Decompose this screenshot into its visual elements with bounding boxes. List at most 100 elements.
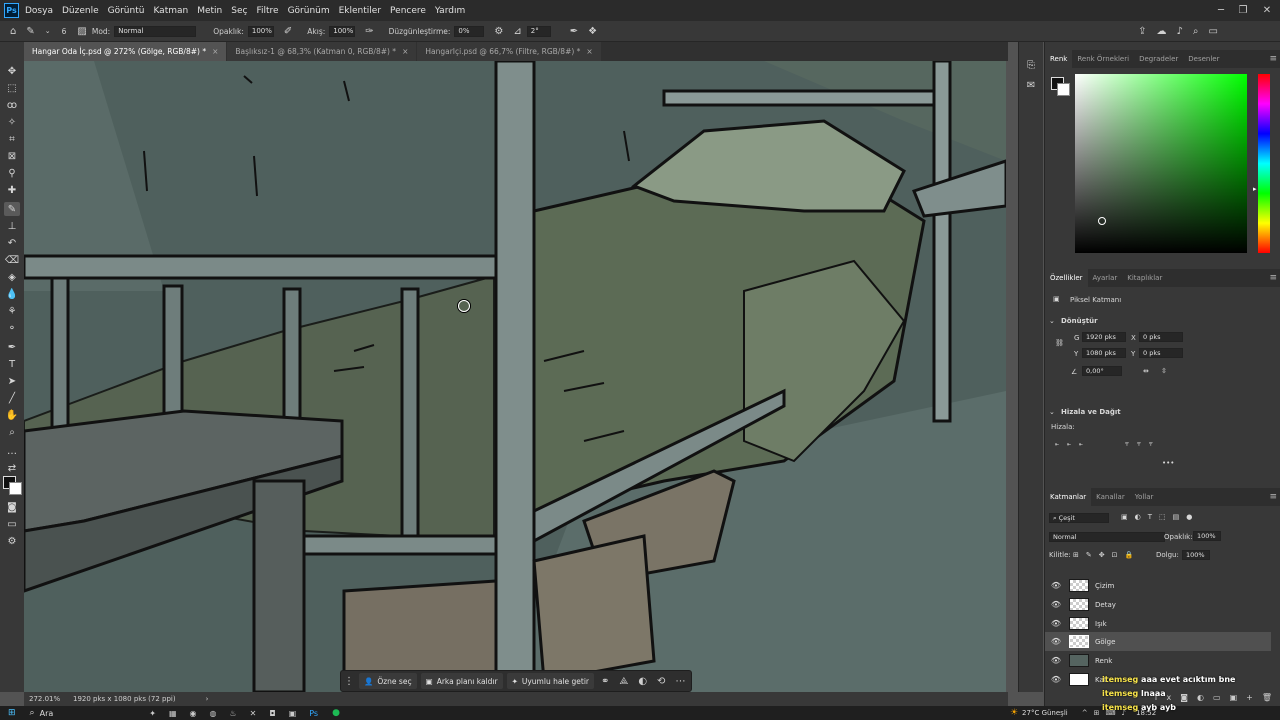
color-picker-handle[interactable] xyxy=(1098,217,1106,225)
panel-menu-icon[interactable]: ≡ xyxy=(1269,492,1277,502)
search-icon[interactable]: ⌕ xyxy=(1193,26,1199,37)
tab-channels[interactable]: Kanallar xyxy=(1091,488,1130,506)
menu-select[interactable]: Seç xyxy=(231,6,247,16)
opacity-input[interactable]: 100% xyxy=(247,25,274,37)
tab-adjustments[interactable]: Ayarlar xyxy=(1088,269,1123,287)
tab-layers[interactable]: Katmanlar xyxy=(1045,488,1092,506)
menu-help[interactable]: Yardım xyxy=(435,6,465,16)
healing-tool-icon[interactable]: ✚ xyxy=(4,183,20,197)
y-field[interactable]: 0 pks xyxy=(1139,348,1183,358)
photoshop-taskbar-icon[interactable]: Ps xyxy=(309,709,318,718)
workspace-icon[interactable]: ▭ xyxy=(1209,26,1218,37)
tab-libraries[interactable]: Kitaplıklar xyxy=(1122,269,1167,287)
panel-menu-icon[interactable]: ≡ xyxy=(1269,273,1277,283)
blend-mode-select[interactable]: Normal xyxy=(1049,532,1165,542)
swap-colors-icon[interactable]: ⇄ xyxy=(4,461,20,475)
more-align-options[interactable]: ••• xyxy=(1162,459,1174,467)
symmetry-icon[interactable]: ❖ xyxy=(588,26,597,37)
drag-handle-icon[interactable]: ⋮ xyxy=(344,676,354,687)
make-compatible-button[interactable]: ✦ Uyumlu hale getir xyxy=(506,673,594,689)
spotify-icon[interactable]: ● xyxy=(332,708,340,718)
move-tool-icon[interactable]: ✥ xyxy=(4,64,20,78)
quick-mask-icon[interactable]: ◙ xyxy=(4,500,20,514)
close-icon[interactable]: × xyxy=(402,47,408,56)
hue-slider[interactable] xyxy=(1258,74,1270,253)
brush-settings-icon[interactable]: ▨ xyxy=(77,26,86,37)
lock-icons[interactable]: ⊞✎✥⊡🔒 xyxy=(1073,551,1140,559)
eye-icon[interactable]: 👁 xyxy=(1049,619,1063,628)
adjust-icon[interactable]: ◐ xyxy=(638,676,647,687)
mask-icon[interactable]: ⚭ xyxy=(601,676,609,687)
x-field[interactable]: 0 pks xyxy=(1139,332,1183,342)
eraser-tool-icon[interactable]: ⌫ xyxy=(4,253,20,267)
sponge-tool-icon[interactable]: ⚬ xyxy=(4,321,20,335)
cloud-icon[interactable]: ☁ xyxy=(1157,26,1167,37)
menu-plugins[interactable]: Eklentiler xyxy=(339,6,381,16)
gradient-tool-icon[interactable]: ◈ xyxy=(4,270,20,284)
close-icon[interactable]: × xyxy=(212,47,218,56)
chevron-down-icon[interactable]: ⌄ xyxy=(45,27,51,35)
select-subject-button[interactable]: 👤 Özne seç xyxy=(359,673,417,689)
edit-toolbar-icon[interactable]: ⚙ xyxy=(4,534,20,548)
tab-gradients[interactable]: Degradeler xyxy=(1134,50,1183,68)
pressure-opacity-icon[interactable]: ✐ xyxy=(284,26,292,37)
more-options-icon[interactable]: ⋯ xyxy=(675,676,685,687)
flow-input[interactable]: 100% xyxy=(329,25,356,37)
home-icon[interactable]: ⌂ xyxy=(10,26,16,37)
align-buttons-icon[interactable]: ⫦⫦⫦ xyxy=(1055,440,1091,449)
panel-menu-icon[interactable]: ≡ xyxy=(1269,54,1277,64)
menu-filter[interactable]: Filtre xyxy=(256,6,278,16)
crop-tool-icon[interactable]: ⌗ xyxy=(4,132,20,146)
blur-tool-icon[interactable]: 💧 xyxy=(4,287,20,301)
brush-tool-icon[interactable]: ✎ xyxy=(4,202,20,216)
remove-background-button[interactable]: ▣ Arka planı kaldır xyxy=(420,673,503,689)
angle-input[interactable]: 2° xyxy=(526,25,551,37)
eye-icon[interactable]: 👁 xyxy=(1049,637,1063,646)
notification-icon[interactable]: ♪ xyxy=(1177,26,1183,37)
tab-patterns[interactable]: Desenler xyxy=(1183,50,1224,68)
color-field[interactable] xyxy=(1075,74,1247,253)
layer-filter-icons[interactable]: ▣◐T⬚▤● xyxy=(1121,513,1199,521)
document-canvas[interactable] xyxy=(24,61,1006,692)
search-icon[interactable]: ⌕ xyxy=(30,708,35,718)
hand-tool-icon[interactable]: ✋ xyxy=(4,408,20,422)
menu-view[interactable]: Görünüm xyxy=(288,6,330,16)
tab-basliksiz[interactable]: Başlıksız-1 @ 68,3% (Katman 0, RGB/8#) *… xyxy=(227,42,417,61)
link-icon[interactable]: ⛓ xyxy=(1055,339,1064,347)
brush-size-value[interactable]: 6 xyxy=(62,27,67,36)
close-window-icon[interactable]: ✕ xyxy=(1256,0,1278,21)
maximize-icon[interactable]: ❐ xyxy=(1232,0,1254,21)
marquee-tool-icon[interactable]: ⬚ xyxy=(4,81,20,95)
taskbar-search[interactable]: Ara xyxy=(40,709,54,718)
layer-row[interactable]: 👁 Renk xyxy=(1045,651,1271,670)
share-icon[interactable]: ⇪ xyxy=(1138,26,1146,37)
path-select-tool-icon[interactable]: ➤ xyxy=(4,374,20,388)
angle-field[interactable]: 0,00° xyxy=(1082,366,1122,376)
comments-panel-icon[interactable]: ✉ xyxy=(1023,78,1039,92)
menu-image[interactable]: Görüntü xyxy=(108,6,145,16)
tab-hangarici[interactable]: HangarIçi.psd @ 66,7% (Filtre, RGB/8#) *… xyxy=(417,42,601,61)
width-field[interactable]: 1920 pks xyxy=(1082,332,1126,342)
flip-horizontal-icon[interactable]: ⇹ xyxy=(1143,367,1149,375)
menu-type[interactable]: Metin xyxy=(197,6,222,16)
layer-row-selected[interactable]: 👁 Gölge xyxy=(1045,632,1271,651)
menu-file[interactable]: Dosya xyxy=(25,6,53,16)
tab-color[interactable]: Renk xyxy=(1045,50,1073,68)
pen-tool-icon[interactable]: ✒ xyxy=(4,340,20,354)
style-icon[interactable]: ⟲ xyxy=(657,676,665,687)
screen-mode-icon[interactable]: ▭ xyxy=(4,517,20,531)
chevron-right-icon[interactable]: › xyxy=(206,695,209,703)
background-color-chip[interactable] xyxy=(1057,83,1070,96)
close-icon[interactable]: × xyxy=(586,47,592,56)
smoothing-input[interactable]: 0% xyxy=(454,25,485,37)
menu-window[interactable]: Pencere xyxy=(390,6,426,16)
minimize-icon[interactable]: ─ xyxy=(1210,0,1232,21)
eye-icon[interactable]: 👁 xyxy=(1049,656,1063,665)
more-tools-icon[interactable]: … xyxy=(4,444,20,458)
pressure-size-icon[interactable]: ✒ xyxy=(570,26,578,37)
zoom-level[interactable]: 272.01% xyxy=(29,695,65,703)
layer-row[interactable]: 👁 Çizim xyxy=(1045,576,1271,595)
layer-row[interactable]: 👁 Işık xyxy=(1045,614,1271,633)
tab-properties[interactable]: Özellikler xyxy=(1045,269,1088,287)
eye-icon[interactable]: 👁 xyxy=(1049,675,1063,684)
